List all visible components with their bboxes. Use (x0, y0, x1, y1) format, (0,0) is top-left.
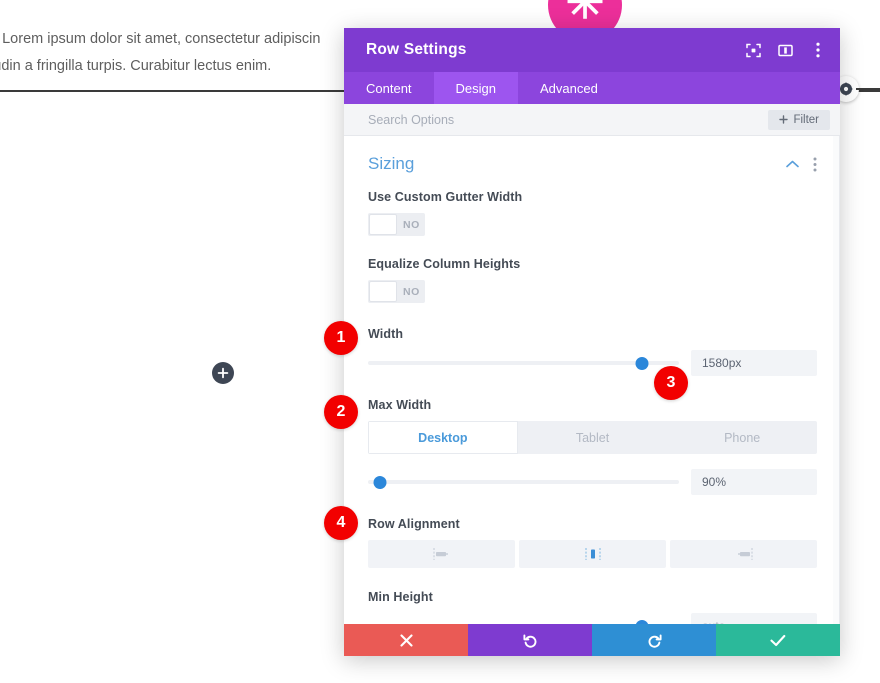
field-max-width: Max Width Desktop Tablet Phone 90% (368, 398, 817, 495)
cancel-button[interactable] (344, 624, 468, 656)
toggle-value: NO (403, 218, 420, 231)
toggle-knob (369, 214, 397, 235)
slider-thumb[interactable] (373, 476, 387, 489)
field-min-height: Min Height auto (368, 590, 817, 624)
annotation-badge-4: 4 (324, 506, 358, 540)
align-center-button[interactable] (519, 540, 666, 568)
device-tab-group: Desktop Tablet Phone (368, 421, 817, 454)
save-button[interactable] (716, 624, 840, 656)
align-left-icon (432, 548, 448, 560)
annotation-badge-2: 2 (324, 395, 358, 429)
row-settings-modal: Row Settings Content Design Advanced Sea… (344, 28, 840, 656)
toggle-knob (369, 281, 397, 302)
max-width-control-row: 90% (368, 469, 817, 495)
close-x-icon (399, 633, 413, 647)
modal-body: Sizing Use Custom Gutter Width NO Equali… (344, 136, 840, 624)
toggle-value: NO (403, 285, 420, 298)
field-row-alignment: Row Alignment (368, 517, 817, 568)
redo-button[interactable] (592, 624, 716, 656)
field-label: Max Width (368, 398, 432, 412)
slider-track (368, 361, 679, 365)
annotation-badge-3: 3 (654, 366, 688, 400)
plus-icon (217, 367, 229, 379)
tab-advanced[interactable]: Advanced (518, 72, 620, 104)
section-header-sizing: Sizing (368, 136, 817, 190)
undo-arrow-icon (522, 633, 536, 648)
min-height-slider[interactable] (368, 617, 679, 624)
width-value-field[interactable]: 1580px (691, 350, 817, 376)
min-height-control-row: auto (368, 613, 817, 624)
focus-target-icon[interactable] (745, 42, 762, 59)
field-label: Equalize Column Heights (368, 257, 521, 271)
annotation-badge-1: 1 (324, 321, 358, 355)
field-label: Use Custom Gutter Width (368, 190, 523, 204)
slider-track (368, 480, 679, 484)
align-right-button[interactable] (670, 540, 817, 568)
more-options-icon[interactable] (809, 42, 826, 59)
field-equalize-columns: Equalize Column Heights NO (368, 257, 817, 307)
align-center-icon (584, 548, 601, 560)
layout-columns-icon[interactable] (777, 42, 794, 59)
modal-tab-bar: Content Design Advanced (344, 72, 840, 104)
field-label: Min Height (368, 590, 433, 604)
filter-label: Filter (793, 113, 819, 126)
chevron-up-icon[interactable] (786, 160, 799, 168)
undo-button[interactable] (468, 624, 592, 656)
align-left-button[interactable] (368, 540, 515, 568)
field-width: Width 1580px (368, 327, 817, 376)
tab-content[interactable]: Content (344, 72, 434, 104)
section-action-group (786, 157, 817, 172)
slider-thumb[interactable] (635, 620, 649, 624)
field-gutter-width: Use Custom Gutter Width NO (368, 190, 817, 240)
slider-thumb[interactable] (635, 357, 649, 370)
scrollbar[interactable] (833, 136, 839, 624)
max-width-value-field[interactable]: 90% (691, 469, 817, 495)
search-input[interactable] (368, 112, 769, 127)
device-tab-desktop[interactable]: Desktop (368, 421, 518, 454)
modal-footer (344, 624, 840, 656)
modal-header: Row Settings (344, 28, 840, 72)
settings-gear-icon (839, 82, 853, 96)
min-height-value-field[interactable]: auto (691, 613, 817, 624)
search-toolbar: Filter (344, 104, 840, 136)
field-label: Width (368, 327, 404, 341)
gutter-width-toggle[interactable]: NO (368, 213, 425, 236)
device-tab-phone[interactable]: Phone (667, 421, 817, 454)
filter-button[interactable]: Filter (768, 109, 830, 130)
plus-icon (779, 115, 789, 124)
device-tab-tablet[interactable]: Tablet (518, 421, 668, 454)
width-slider[interactable] (368, 354, 679, 372)
tab-design[interactable]: Design (433, 72, 519, 104)
add-row-button[interactable] (212, 362, 234, 384)
redo-arrow-icon (648, 633, 662, 648)
page-title: Row Settings (366, 41, 467, 58)
align-right-icon (737, 548, 753, 560)
width-control-row: 1580px (368, 350, 817, 376)
field-label: Row Alignment (368, 517, 460, 531)
max-width-slider[interactable] (368, 473, 679, 491)
check-icon (770, 634, 786, 646)
divider-right-segment (856, 88, 880, 90)
header-icon-group (745, 42, 826, 59)
row-alignment-group (368, 540, 817, 568)
equalize-columns-toggle[interactable]: NO (368, 280, 425, 303)
more-options-icon[interactable] (813, 157, 817, 172)
section-title: Sizing (368, 154, 415, 173)
